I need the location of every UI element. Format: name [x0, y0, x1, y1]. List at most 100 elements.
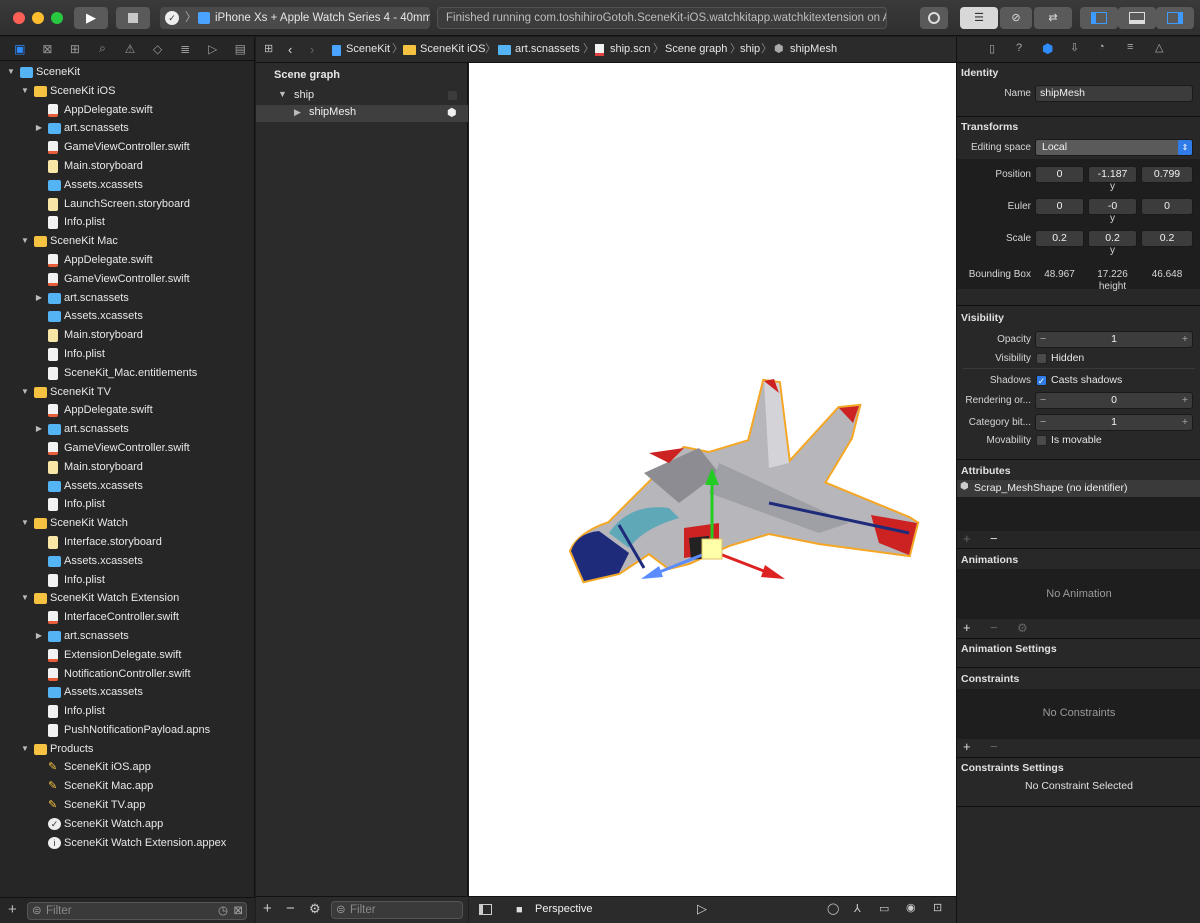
navigator-item[interactable]: ✓ SceneKit Watch.app	[0, 815, 255, 834]
navigator-item[interactable]: AppDelegate.swift	[0, 401, 255, 420]
navigator-item[interactable]: ▼ SceneKit Mac	[0, 232, 255, 251]
attribute-row[interactable]: ⬢ Scrap_MeshShape (no identifier)	[957, 480, 1200, 497]
standard-editor-button[interactable]: ☰	[960, 7, 998, 29]
opacity-stepper[interactable]: − 1 +	[1035, 331, 1193, 348]
navigator-item[interactable]: GameViewController.swift	[0, 439, 255, 458]
debug-navigator-icon[interactable]: ≣	[171, 42, 199, 56]
version-editor-button[interactable]: ⇄	[1034, 7, 1072, 29]
play-icon[interactable]: ▷	[697, 901, 707, 917]
attributes-inspector-icon[interactable]: ⇩	[1070, 41, 1079, 54]
help-inspector-icon[interactable]: ?	[1016, 42, 1022, 54]
node-inspector-icon[interactable]: ⬢	[1042, 41, 1053, 57]
category-bitmask-stepper[interactable]: − 1 +	[1035, 414, 1193, 431]
navigator-item[interactable]: Main.storyboard	[0, 326, 255, 345]
forward-arrow-icon[interactable]: ›	[310, 37, 314, 62]
material-inspector-icon[interactable]: ◔	[1098, 41, 1105, 53]
file-inspector-icon[interactable]: ▯	[989, 42, 995, 55]
add-node-icon[interactable]: +	[263, 900, 272, 917]
toggle-inspector-button[interactable]	[1156, 7, 1194, 29]
navigator-item[interactable]: ✎ SceneKit Mac.app	[0, 777, 255, 796]
scale-x-field[interactable]: 0.2	[1035, 230, 1084, 247]
plus-icon[interactable]: +	[1182, 332, 1188, 347]
scm-filter-icon[interactable]: ⊠	[233, 903, 243, 919]
position-x-field[interactable]: 0	[1035, 166, 1084, 183]
axes-icon[interactable]: ⅄	[854, 902, 861, 915]
disclosure-open-icon[interactable]: ▼	[20, 514, 30, 533]
is-movable-checkbox[interactable]	[1036, 435, 1047, 446]
navigator-item[interactable]: InterfaceController.swift	[0, 608, 255, 627]
source-control-icon[interactable]: ⊠	[34, 42, 62, 56]
camera-selector[interactable]: Perspective	[535, 903, 592, 915]
disclosure-open-icon[interactable]: ▼	[278, 89, 287, 99]
close-window-button[interactable]	[13, 12, 25, 24]
ellipse-icon[interactable]: ◯	[827, 902, 839, 915]
navigator-item[interactable]: ✎ SceneKit TV.app	[0, 796, 255, 815]
report-navigator-icon[interactable]: ▤	[227, 42, 255, 56]
scene-viewport[interactable]	[469, 63, 956, 896]
navigator-item[interactable]: Main.storyboard	[0, 458, 255, 477]
library-button[interactable]	[920, 7, 948, 29]
zoom-window-button[interactable]	[51, 12, 63, 24]
navigator-item[interactable]: ▶ art.scnassets	[0, 420, 255, 439]
disclosure-open-icon[interactable]: ▼	[20, 383, 30, 402]
casts-shadows-checkbox[interactable]: ✓	[1036, 375, 1047, 386]
navigator-item[interactable]: ▼ SceneKit Watch	[0, 514, 255, 533]
navigator-item[interactable]: ▼ SceneKit Watch Extension	[0, 589, 255, 608]
add-animation-icon[interactable]: +	[963, 620, 971, 635]
navigator-filter-input[interactable]: ⊜ Filter ◷ ⊠	[27, 902, 247, 920]
scene-node-ship[interactable]: ▼ ship	[256, 87, 468, 105]
navigator-item[interactable]: ▼ SceneKit	[0, 63, 255, 82]
navigator-item[interactable]: GameViewController.swift	[0, 270, 255, 289]
disclosure-open-icon[interactable]: ▼	[20, 232, 30, 251]
ship-model[interactable]	[469, 63, 956, 896]
position-z-field[interactable]: 0.799	[1141, 166, 1193, 183]
scene-node-shipmesh[interactable]: ▶ shipMesh ⬢	[256, 105, 468, 122]
plus-icon[interactable]: +	[1182, 393, 1188, 408]
disclosure-open-icon[interactable]: ▼	[6, 63, 16, 82]
plus-icon[interactable]: +	[1182, 415, 1188, 430]
hidden-checkbox[interactable]	[1036, 353, 1047, 364]
crumb-group[interactable]: SceneKit iOS	[420, 37, 485, 62]
breakpoint-navigator-icon[interactable]: ▷	[199, 42, 227, 56]
minus-icon[interactable]: −	[1040, 332, 1046, 347]
euler-x-field[interactable]: 0	[1035, 198, 1084, 215]
run-button[interactable]: ▶	[74, 7, 108, 29]
project-navigator-icon[interactable]: ▣	[6, 42, 34, 56]
rendering-order-stepper[interactable]: − 0 +	[1035, 392, 1193, 409]
scene-graph-filter-input[interactable]: ⊜ Filter	[331, 901, 463, 919]
disclosure-closed-icon[interactable]: ▶	[34, 119, 44, 138]
disclosure-closed-icon[interactable]: ▶	[34, 289, 44, 308]
navigator-item[interactable]: Main.storyboard	[0, 157, 255, 176]
gear-icon[interactable]: ⚙	[1017, 621, 1028, 635]
add-constraint-icon[interactable]: +	[963, 739, 971, 754]
navigator-item[interactable]: GameViewController.swift	[0, 138, 255, 157]
minus-icon[interactable]: −	[1040, 415, 1046, 430]
editing-space-select[interactable]: Local ⇕	[1035, 139, 1193, 156]
node-visibility-icon[interactable]	[448, 91, 457, 100]
navigator-item[interactable]: LaunchScreen.storyboard	[0, 195, 255, 214]
navigator-item[interactable]: ▶ art.scnassets	[0, 627, 255, 646]
remove-constraint-icon[interactable]: −	[990, 739, 998, 754]
navigator-item[interactable]: AppDelegate.swift	[0, 251, 255, 270]
scene-inspector-icon[interactable]: △	[1155, 41, 1163, 54]
navigator-item[interactable]: ✎ SceneKit iOS.app	[0, 758, 255, 777]
navigator-item[interactable]: Assets.xcassets	[0, 683, 255, 702]
recent-files-icon[interactable]: ◷	[218, 903, 228, 919]
find-navigator-icon[interactable]: ⌕	[89, 41, 117, 56]
crumb-scene-graph[interactable]: Scene graph	[665, 37, 727, 62]
navigator-item[interactable]: Info.plist	[0, 213, 255, 232]
scheme-selector[interactable]: ✓ 〉 iPhone Xs + Apple Watch Series 4 - 4…	[160, 7, 430, 29]
remove-node-icon[interactable]: −	[286, 900, 295, 917]
assistant-editor-button[interactable]: ⊘	[1000, 7, 1032, 29]
physics-inspector-icon[interactable]: ≡	[1127, 41, 1133, 53]
euler-z-field[interactable]: 0	[1141, 198, 1193, 215]
remove-animation-icon[interactable]: −	[990, 620, 998, 635]
eye-icon[interactable]: ◉	[906, 901, 916, 914]
related-items-icon[interactable]: ⊞	[264, 37, 273, 62]
navigator-item[interactable]: Info.plist	[0, 495, 255, 514]
navigator-item[interactable]: Info.plist	[0, 345, 255, 364]
navigator-item[interactable]: ▶ art.scnassets	[0, 289, 255, 308]
stop-button[interactable]	[116, 7, 150, 29]
navigator-item[interactable]: Interface.storyboard	[0, 533, 255, 552]
name-field[interactable]: shipMesh	[1035, 85, 1193, 102]
